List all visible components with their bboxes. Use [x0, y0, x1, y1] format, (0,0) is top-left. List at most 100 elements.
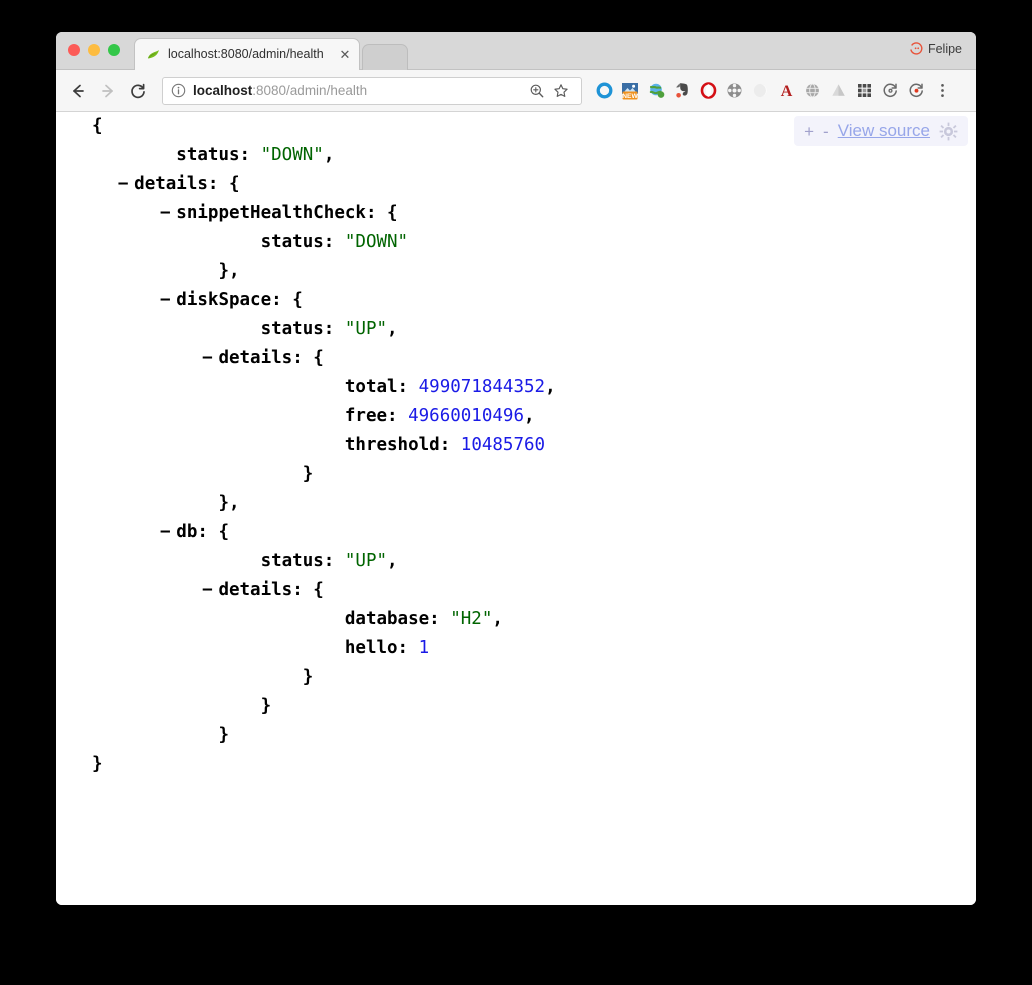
zoom-in-icon[interactable] — [525, 79, 549, 103]
tab-strip: localhost:8080/admin/health ✕ Felipe — [56, 32, 976, 70]
close-window-button[interactable] — [68, 44, 80, 56]
json-key: free: — [344, 406, 409, 426]
profile-chip[interactable]: Felipe — [909, 42, 962, 56]
json-punctuation: { — [313, 580, 324, 600]
address-bar[interactable]: localhost:8080/admin/health — [162, 76, 582, 105]
json-marker-spacer — [239, 315, 261, 344]
gear-icon[interactable] — [939, 122, 958, 141]
reload-button[interactable] — [124, 77, 152, 105]
json-key: status: — [176, 145, 261, 165]
collapse-toggle-icon[interactable]: − — [154, 199, 176, 228]
json-tree: { status: "DOWN", − details: { − snippetHe… — [70, 112, 556, 779]
json-marker-spacer — [196, 257, 218, 286]
new-tab-stub[interactable] — [362, 44, 408, 70]
url-host: localhost — [193, 83, 253, 98]
svg-text:NEW: NEW — [622, 93, 638, 100]
new-badge-icon[interactable]: NEW — [618, 79, 642, 103]
globe-green-icon[interactable] — [644, 79, 668, 103]
json-line: − diskSpace: { — [70, 286, 556, 315]
collapse-toggle-icon[interactable]: − — [154, 518, 176, 547]
json-marker-spacer — [323, 431, 345, 460]
json-number-value: 499071844352 — [418, 377, 546, 397]
minimize-window-button[interactable] — [88, 44, 100, 56]
json-key: total: — [344, 377, 419, 397]
view-source-link[interactable]: View source — [838, 121, 930, 141]
json-line: hello: 1 — [70, 634, 556, 663]
json-punctuation: } — [218, 725, 229, 745]
url-path: :8080/admin/health — [252, 83, 368, 98]
json-line: } — [70, 663, 556, 692]
maximize-window-button[interactable] — [108, 44, 120, 56]
json-line: { — [70, 112, 556, 141]
info-circle-icon[interactable] — [171, 83, 186, 98]
film-reel-icon[interactable] — [722, 79, 746, 103]
json-key: details: — [218, 580, 314, 600]
opera-icon[interactable] — [696, 79, 720, 103]
json-key: status: — [260, 232, 345, 252]
grey-globe-icon[interactable] — [800, 79, 824, 103]
json-line: free: 49660010496, — [70, 402, 556, 431]
drive-triangle-icon[interactable] — [826, 79, 850, 103]
apps-grid-icon[interactable] — [852, 79, 876, 103]
page-content: + - View source {status: "DOWN", − deta… — [56, 112, 976, 905]
refresh-circle-alert-icon[interactable] — [904, 79, 928, 103]
json-marker-spacer — [239, 228, 261, 257]
json-viewer-controls: + - View source — [794, 116, 968, 146]
pale-circle-icon[interactable] — [748, 79, 772, 103]
json-key: status: — [260, 551, 345, 571]
json-line: status: "DOWN" — [70, 228, 556, 257]
json-punctuation: { — [313, 348, 324, 368]
collapse-toggle-icon[interactable]: − — [154, 286, 176, 315]
json-key: details: — [134, 174, 229, 194]
json-line: status: "UP", — [70, 547, 556, 576]
window-controls — [68, 44, 120, 56]
refresh-circle-icon[interactable] — [878, 79, 902, 103]
json-punctuation: }, — [218, 261, 240, 281]
collapse-toggle-icon[interactable]: − — [196, 344, 218, 373]
red-a-icon[interactable]: A — [774, 79, 798, 103]
collapse-all-button[interactable]: - — [823, 123, 829, 140]
json-marker-spacer — [281, 460, 303, 489]
json-line: status: "UP", — [70, 315, 556, 344]
extensions-area: NEW A — [592, 79, 954, 103]
overflow-menu-icon[interactable] — [930, 79, 954, 103]
json-line: } — [70, 721, 556, 750]
avatar — [909, 42, 923, 56]
star-icon[interactable] — [549, 79, 573, 103]
blue-ring-icon[interactable] — [592, 79, 616, 103]
close-icon[interactable]: ✕ — [337, 47, 353, 63]
back-button[interactable] — [64, 77, 92, 105]
json-punctuation: , — [387, 551, 398, 571]
json-punctuation: { — [218, 522, 229, 542]
json-line: } — [70, 460, 556, 489]
json-key: db: — [176, 522, 219, 542]
json-punctuation: , — [323, 145, 335, 165]
json-string-value: "DOWN" — [260, 145, 324, 165]
expand-all-button[interactable]: + — [804, 123, 814, 140]
json-key: snippetHealthCheck: — [176, 203, 388, 223]
browser-toolbar: localhost:8080/admin/health NEW A — [56, 70, 976, 112]
json-punctuation: , — [387, 319, 398, 339]
evernote-icon[interactable] — [670, 79, 694, 103]
browser-tab-active[interactable]: localhost:8080/admin/health ✕ — [134, 38, 360, 70]
json-line: database: "H2", — [70, 605, 556, 634]
collapse-toggle-icon[interactable]: − — [196, 576, 218, 605]
json-marker-spacer — [154, 141, 176, 170]
json-line: } — [70, 692, 556, 721]
json-string-value: "UP" — [344, 319, 388, 339]
collapse-toggle-icon[interactable]: − — [112, 170, 134, 199]
json-marker-spacer — [196, 489, 218, 518]
